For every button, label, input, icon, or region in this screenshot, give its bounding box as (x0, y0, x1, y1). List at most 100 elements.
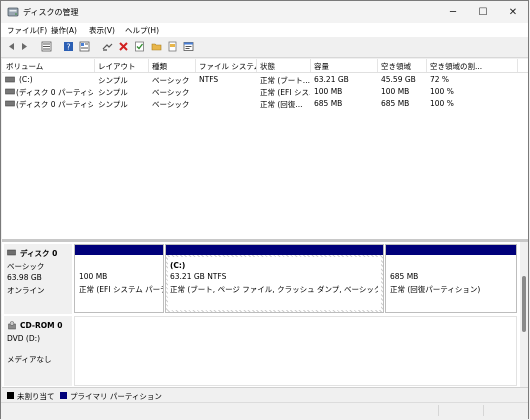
maximize-icon: ☐ (478, 6, 488, 18)
column-header-volume[interactable]: ボリューム (6, 61, 92, 72)
cell-capacity: 63.21 GB (314, 75, 349, 84)
minimize-icon: ─ (449, 6, 457, 18)
partition-status: 正常 (ブート, ページ ファイル, クラッシュ ダンプ, ベーシック データ … (170, 285, 378, 294)
folder-icon[interactable] (151, 41, 162, 52)
cell-status: 正常 (ブート... (260, 76, 310, 85)
cdrom-0-label[interactable]: CD-ROM 0 DVD (D:) メディアなし (4, 316, 72, 386)
cd-drive-icon (8, 321, 16, 330)
cell-percent-free: 72 % (430, 75, 450, 84)
forward-icon[interactable] (19, 41, 30, 52)
partition-status: 正常 (回復パーティション) (390, 285, 481, 294)
toolbar: ? (1, 37, 528, 58)
legend: 未割り当て プライマリ パーティション (2, 387, 528, 403)
delete-icon[interactable] (118, 41, 129, 52)
cell-volume: (ディスク 0 パーティショ... (16, 88, 93, 97)
volume-list[interactable]: ボリューム レイアウト 種類 ファイル システム 状態 容量 空き領域 空き領域… (2, 59, 528, 239)
settings-icon[interactable] (183, 41, 194, 52)
table-row[interactable]: (C:) シンプル ベーシック NTFS 正常 (ブート... 63.21 GB… (2, 74, 528, 85)
partition-status: 正常 (EFI システム パーテ... (79, 285, 163, 294)
disk-icon (7, 249, 16, 256)
cell-layout: シンプル (98, 100, 128, 109)
partition-c-content: (C:) 63.21 GB NTFS 正常 (ブート, ページ ファイル, クラ… (168, 257, 381, 310)
list-view-icon[interactable] (41, 41, 52, 52)
cell-free-space: 100 MB (381, 87, 410, 96)
cell-percent-free: 100 % (430, 87, 454, 96)
disk-management-icon (7, 7, 19, 17)
cell-type: ベーシック (152, 88, 190, 97)
disk-0-type: ベーシック (7, 262, 45, 271)
cell-free-space: 45.59 GB (381, 75, 416, 84)
open-icon[interactable] (167, 41, 178, 52)
cell-capacity: 100 MB (314, 87, 343, 96)
column-header-layout[interactable]: レイアウト (98, 61, 150, 72)
partition-recovery[interactable]: 685 MB 正常 (回復パーティション) (385, 244, 517, 313)
volume-list-header: ボリューム レイアウト 種類 ファイル システム 状態 容量 空き領域 空き領域… (2, 59, 528, 73)
minimize-button[interactable]: ─ (438, 1, 468, 23)
disk-0-label[interactable]: ディスク 0 ベーシック 63.98 GB オンライン (4, 244, 72, 314)
partition-bar (75, 245, 163, 255)
cell-filesystem: NTFS (199, 75, 219, 84)
cdrom-0-name: CD-ROM 0 (20, 321, 63, 330)
menu-action[interactable]: 操作(A) (51, 25, 77, 36)
legend-swatch-primary (60, 392, 67, 399)
disk-0-size: 63.98 GB (7, 273, 42, 282)
title-bar: ディスクの管理 ─ ☐ ✕ (1, 1, 528, 23)
help-icon[interactable]: ? (63, 41, 74, 52)
check-icon[interactable] (134, 41, 145, 52)
cell-type: ベーシック (152, 76, 190, 85)
close-icon: ✕ (508, 6, 518, 18)
partition-size: 685 MB (390, 272, 419, 281)
cell-type: ベーシック (152, 100, 190, 109)
svg-text:?: ? (66, 43, 70, 52)
close-button[interactable]: ✕ (498, 1, 528, 23)
partition-size: 63.21 GB NTFS (170, 272, 227, 281)
volume-icon (5, 88, 15, 95)
table-row[interactable]: (ディスク 0 パーティショ... シンプル ベーシック 正常 (回復... 6… (2, 98, 528, 109)
volume-icon (5, 100, 15, 107)
column-header-type[interactable]: 種類 (152, 61, 194, 72)
cdrom-0-area (74, 316, 517, 386)
column-header-capacity[interactable]: 容量 (314, 61, 376, 72)
column-header-percent-free[interactable]: 空き領域の割... (430, 61, 514, 72)
menu-help[interactable]: ヘルプ(H) (125, 25, 159, 36)
connect-icon[interactable] (102, 41, 113, 52)
cdrom-0-drive: DVD (D:) (7, 334, 41, 343)
partition-c[interactable]: (C:) 63.21 GB NTFS 正常 (ブート, ページ ファイル, クラ… (165, 244, 384, 313)
cell-free-space: 685 MB (381, 99, 410, 108)
partition-bar (166, 245, 383, 255)
status-bar (1, 402, 528, 419)
menu-view[interactable]: 表示(V) (89, 25, 115, 36)
legend-label-primary: プライマリ パーティション (70, 392, 162, 401)
partition-efi[interactable]: 100 MB 正常 (EFI システム パーテ... (74, 244, 164, 313)
disk-graph-view: ディスク 0 ベーシック 63.98 GB オンライン 100 MB 正常 (E… (2, 242, 528, 387)
table-row[interactable]: (ディスク 0 パーティショ... シンプル ベーシック 正常 (EFI シス.… (2, 86, 528, 97)
disk-management-window: ディスクの管理 ─ ☐ ✕ ファイル(F) 操作(A) 表示(V) ヘルプ(H)… (0, 0, 529, 419)
partition-size: 100 MB (79, 272, 108, 281)
cell-layout: シンプル (98, 76, 128, 85)
cdrom-0-status: メディアなし (7, 355, 52, 364)
column-header-status[interactable]: 状態 (260, 61, 310, 72)
graph-scrollbar-thumb[interactable] (522, 276, 526, 332)
column-header-free-space[interactable]: 空き領域 (381, 61, 425, 72)
disk-0-status: オンライン (7, 286, 45, 295)
partition-bar (386, 245, 516, 255)
column-header-filesystem[interactable]: ファイル システム (199, 61, 257, 72)
cell-status: 正常 (EFI シス... (260, 88, 310, 97)
properties-icon[interactable] (79, 41, 90, 52)
cell-percent-free: 100 % (430, 99, 454, 108)
cell-volume: (C:) (19, 75, 33, 84)
graph-scrollbar[interactable] (520, 242, 528, 387)
cell-capacity: 685 MB (314, 99, 343, 108)
cell-layout: シンプル (98, 88, 128, 97)
back-icon[interactable] (6, 41, 17, 52)
menu-bar: ファイル(F) 操作(A) 表示(V) ヘルプ(H) (1, 23, 528, 37)
maximize-button[interactable]: ☐ (468, 1, 498, 23)
legend-label-unallocated: 未割り当て (17, 392, 55, 401)
cell-status: 正常 (回復... (260, 100, 303, 109)
menu-file[interactable]: ファイル(F) (7, 25, 47, 36)
status-separator (438, 405, 439, 416)
partition-title: (C:) (170, 261, 186, 270)
window-title: ディスクの管理 (23, 8, 79, 17)
disk-0-name: ディスク 0 (20, 249, 58, 258)
volume-icon (5, 76, 15, 83)
